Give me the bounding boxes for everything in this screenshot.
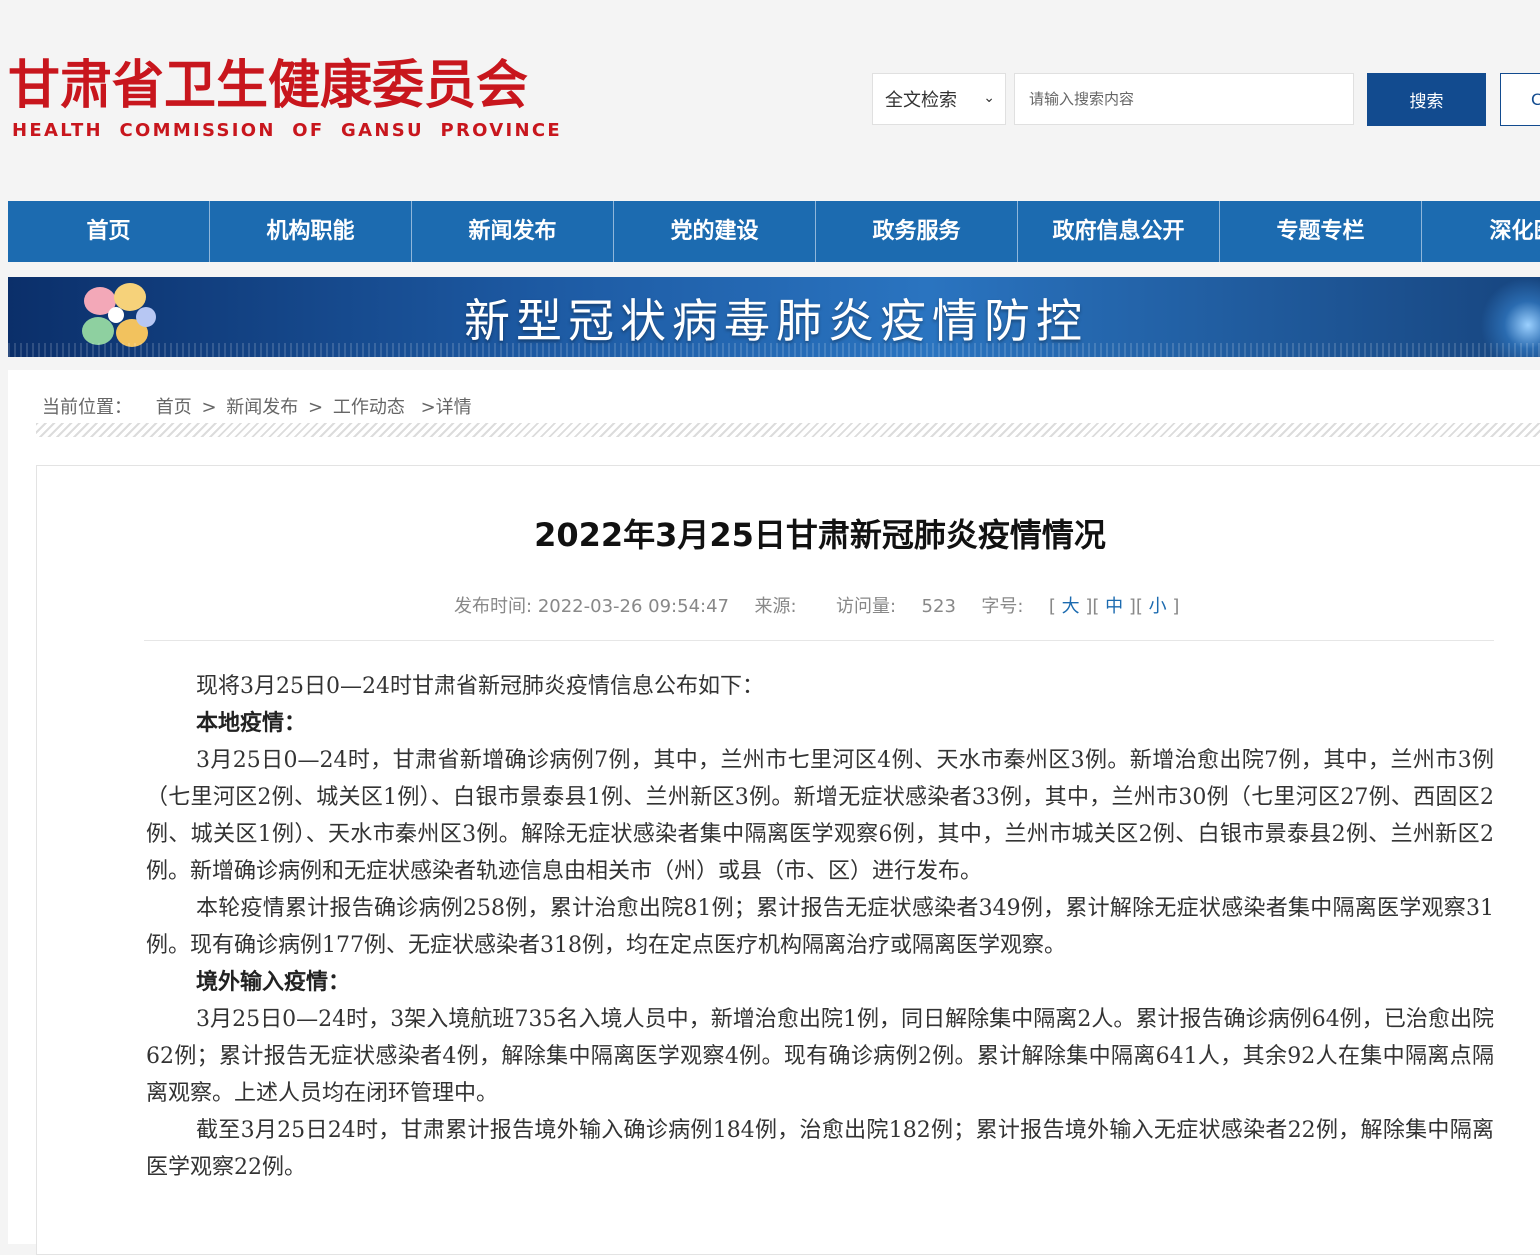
search-scope-value: 全文检索 [885, 90, 957, 111]
breadcrumb-news[interactable]: 新闻发布 [226, 397, 298, 418]
article-paragraph: 本轮疫情累计报告确诊病例258例，累计治愈出院81例；累计报告无症状感染者349… [146, 896, 1494, 958]
views-count: 523 [921, 596, 956, 617]
search-button[interactable]: 搜索 [1367, 73, 1486, 126]
epidemic-banner[interactable]: 新型冠状病毒肺炎疫情防控 [8, 277, 1540, 357]
font-size-small-link[interactable]: 小 [1149, 596, 1167, 617]
main-nav: 首页 机构职能 新闻发布 党的建设 政务服务 政府信息公开 专题专栏 深化医 [8, 201, 1540, 262]
article-subheading: 本地疫情： [196, 710, 307, 736]
site-logo-title[interactable]: 甘肃省卫生健康委员会 [8, 56, 528, 116]
article-paragraph: 3月25日0—24时，甘肃省新增确诊病例7例，其中，兰州市七里河区4例、天水市秦… [146, 748, 1494, 884]
site-header: 甘肃省卫生健康委员会 HEALTH COMMISSION OF GANSU PR… [0, 0, 1540, 200]
nav-item-party[interactable]: 党的建设 [614, 201, 816, 262]
font-size-large-link[interactable]: 大 [1062, 596, 1080, 617]
site-logo-subtitle[interactable]: HEALTH COMMISSION OF GANSU PROVINCE [12, 120, 562, 141]
nav-item-home[interactable]: 首页 [8, 201, 210, 262]
article-paragraph: 截至3月25日24时，甘肃累计报告境外输入确诊病例184例，治愈出院182例；累… [146, 1118, 1494, 1180]
breadcrumb-separator: > [308, 397, 324, 418]
nav-item-services[interactable]: 政务服务 [816, 201, 1018, 262]
breadcrumb-separator: > [201, 397, 217, 418]
views-label: 访问量: [836, 596, 897, 617]
article-body: 现将3月25日0—24时甘肃省新冠肺炎疫情信息公布如下： 本地疫情： 3月25日… [146, 668, 1494, 1186]
publish-time-label: 发布时间: [454, 596, 533, 617]
breadcrumb-label: 当前位置： [42, 397, 132, 418]
publish-time: 2022-03-26 09:54:47 [537, 596, 729, 617]
breadcrumb-home[interactable]: 首页 [156, 397, 192, 418]
nav-item-organization[interactable]: 机构职能 [210, 201, 412, 262]
breadcrumb-work-updates[interactable]: 工作动态 [333, 397, 405, 418]
nav-item-reform[interactable]: 深化医 [1422, 201, 1540, 262]
nav-item-news[interactable]: 新闻发布 [412, 201, 614, 262]
secondary-search-button[interactable]: C [1500, 73, 1540, 126]
breadcrumb-divider [36, 423, 1540, 437]
search-input[interactable] [1014, 73, 1354, 125]
breadcrumb-current: >详情 [420, 397, 472, 418]
chevron-down-icon: ⌄ [983, 90, 995, 106]
article-title: 2022年3月25日甘肃新冠肺炎疫情情况 [534, 516, 1106, 554]
font-size-label: 字号: [981, 596, 1024, 617]
source-label: 来源: [754, 596, 797, 617]
article-meta: 发布时间: 2022-03-26 09:54:47 来源: 访问量: 523 字… [454, 592, 1179, 618]
font-size-medium-link[interactable]: 中 [1105, 596, 1123, 617]
font-size-controls: [ 大 ][ 中 ][ 小 ] [1048, 596, 1180, 617]
search-scope-select[interactable]: 全文检索 ⌄ [872, 73, 1006, 125]
meta-divider [144, 640, 1494, 641]
article-subheading: 境外输入疫情： [196, 969, 351, 995]
banner-pattern [8, 343, 1540, 357]
breadcrumb: 当前位置： 首页 > 新闻发布 > 工作动态 >详情 [42, 393, 476, 419]
nav-item-open-info[interactable]: 政府信息公开 [1018, 201, 1220, 262]
article-paragraph: 3月25日0—24时，3架入境航班735名入境人员中，新增治愈出院1例，同日解除… [146, 1007, 1494, 1106]
banner-title: 新型冠状病毒肺炎疫情防控 [464, 294, 1088, 348]
nav-item-topics[interactable]: 专题专栏 [1220, 201, 1422, 262]
article-paragraph: 现将3月25日0—24时甘肃省新冠肺炎疫情信息公布如下： [196, 674, 764, 699]
